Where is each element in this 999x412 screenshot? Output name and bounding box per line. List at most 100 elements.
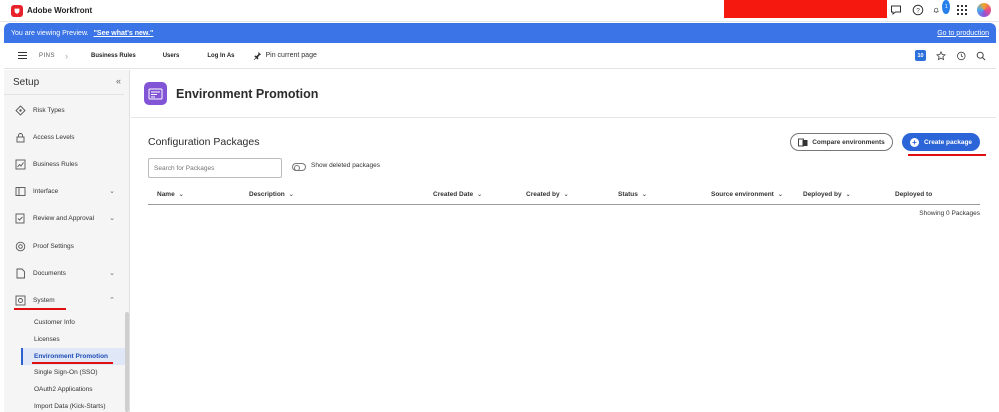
column-label: Status (618, 191, 638, 198)
sidebar-item-system[interactable]: System ⌃ (4, 290, 125, 310)
notification-badge: 1 (942, 0, 950, 14)
pin-business-rules[interactable]: Business Rules (91, 53, 136, 59)
chevron-down-icon: ⌄ (109, 188, 115, 195)
column-description[interactable]: Description ⌄ (249, 191, 294, 198)
column-deployed-to[interactable]: Deployed to (895, 191, 932, 198)
show-deleted-label: Show deleted packages (311, 162, 381, 169)
compare-environments-label: Compare environments (812, 138, 885, 146)
sidebar-item-interface[interactable]: Interface ⌄ (4, 181, 125, 201)
proof-settings-icon (15, 241, 26, 252)
annotation-underline-create-package (908, 154, 986, 156)
column-name[interactable]: Name ⌄ (157, 191, 184, 198)
search-packages-input[interactable] (148, 158, 282, 178)
chevron-down-icon: ⌄ (477, 192, 483, 198)
star-icon[interactable] (936, 50, 946, 61)
sidebar-item-documents[interactable]: Documents ⌄ (4, 263, 125, 283)
column-label: Name (157, 191, 175, 198)
pin-current-page-button[interactable]: Pin current page (252, 51, 317, 60)
chevron-right-icon: › (65, 50, 69, 61)
column-label: Description (249, 191, 285, 198)
sidebar-subitem-licenses[interactable]: Licenses (34, 336, 60, 343)
column-created-by[interactable]: Created by ⌄ (526, 191, 569, 198)
review-approval-icon (15, 213, 26, 224)
sidebar-item-proof-settings[interactable]: Proof Settings (4, 236, 125, 256)
column-label: Source environment (711, 191, 774, 198)
hamburger-menu-icon[interactable] (18, 51, 27, 60)
pushpin-icon (252, 51, 261, 60)
section-title: Configuration Packages (148, 136, 260, 148)
business-rules-icon (15, 159, 26, 170)
feedback-icon[interactable] (889, 3, 903, 17)
column-source-environment[interactable]: Source environment ⌄ (711, 191, 783, 198)
create-package-button[interactable]: + Create package (902, 133, 980, 151)
apps-grid-icon[interactable] (955, 3, 969, 17)
sidebar-item-business-rules[interactable]: Business Rules (4, 154, 125, 174)
pin-current-page-label: Pin current page (265, 52, 317, 59)
sidebar-item-label: Business Rules (33, 160, 78, 168)
compare-icon (798, 138, 808, 146)
history-icon[interactable] (956, 51, 966, 61)
chevron-down-icon: ⌄ (109, 270, 115, 277)
risk-types-icon (15, 104, 26, 116)
go-to-production-link[interactable]: Go to production (937, 30, 989, 37)
sidebar-subitem-import-data[interactable]: Import Data (Kick-Starts) (34, 403, 106, 410)
sidebar-item-label: Review and Approval (33, 214, 95, 222)
compare-environments-button[interactable]: Compare environments (790, 133, 893, 151)
navbar-right-tools: 10 (915, 50, 986, 61)
sidebar-subitem-customer-info[interactable]: Customer Info (34, 319, 75, 326)
column-label: Deployed to (895, 191, 933, 198)
sidebar-divider (4, 94, 124, 95)
chevron-down-icon: ⌄ (777, 192, 783, 198)
bell-icon[interactable]: 1 (933, 0, 950, 17)
show-deleted-toggle[interactable] (292, 163, 306, 171)
app-name: Adobe Workfront (27, 6, 93, 15)
help-icon[interactable]: ? (911, 3, 925, 17)
sidebar-item-label: Access Levels (33, 133, 75, 141)
sidebar-item-risk-types[interactable]: Risk Types (4, 100, 125, 120)
pins-label: PINS (39, 52, 56, 59)
lock-icon (15, 132, 26, 143)
chevron-up-icon: ⌃ (109, 297, 115, 304)
annotation-underline-system (14, 308, 66, 310)
chevron-down-icon: ⌄ (109, 215, 115, 222)
setup-sidebar: Setup « Risk Types Access Levels Busines… (4, 70, 130, 412)
sidebar-item-label: Documents (33, 269, 66, 277)
recent-count-badge[interactable]: 10 (915, 50, 926, 61)
plus-circle-icon: + (909, 137, 919, 147)
sidebar-scrollbar[interactable] (125, 312, 129, 412)
chevron-down-icon: ⌄ (641, 192, 647, 198)
document-icon (15, 268, 26, 279)
package-count: Showing 0 Packages (919, 210, 980, 217)
column-label: Deployed by (803, 191, 842, 198)
pin-log-in-as[interactable]: Log In As (207, 53, 234, 59)
chevron-down-icon: ⌄ (845, 192, 851, 198)
packages-content: Configuration Packages Compare environme… (131, 119, 996, 412)
page-header: Environment Promotion (131, 70, 996, 118)
create-package-label: Create package (923, 138, 973, 146)
see-whats-new-link[interactable]: "See what's new." (94, 30, 154, 37)
column-status[interactable]: Status ⌄ (618, 191, 647, 198)
column-label: Created by (526, 191, 560, 198)
pin-users[interactable]: Users (163, 53, 180, 59)
interface-icon (15, 186, 26, 197)
chevron-down-icon: ⌄ (178, 192, 184, 198)
sidebar-subitem-label: Environment Promotion (34, 353, 109, 360)
column-created-date[interactable]: Created Date ⌄ (433, 191, 482, 198)
workfront-logo-icon[interactable] (11, 4, 23, 17)
sidebar-subitem-oauth2[interactable]: OAuth2 Applications (34, 386, 93, 393)
column-deployed-by[interactable]: Deployed by ⌄ (803, 191, 851, 198)
user-avatar[interactable] (977, 3, 991, 17)
sidebar-item-label: Risk Types (33, 106, 65, 114)
sidebar-item-label: Interface (33, 187, 59, 195)
redacted-area (724, 0, 887, 18)
sidebar-item-review-approval[interactable]: Review and Approval ⌄ (4, 208, 125, 228)
chevron-down-icon: ⌄ (563, 192, 569, 198)
search-icon[interactable] (976, 51, 986, 61)
sidebar-item-access-levels[interactable]: Access Levels (4, 127, 125, 147)
sidebar-subitem-sso[interactable]: Single Sign-On (SSO) (34, 369, 98, 376)
top-utility-icons: ? 1 (889, 0, 991, 17)
collapse-sidebar-icon[interactable]: « (116, 76, 121, 86)
svg-text:?: ? (916, 7, 920, 14)
page-title: Environment Promotion (176, 86, 319, 101)
sidebar-item-label: Proof Settings (33, 242, 74, 250)
